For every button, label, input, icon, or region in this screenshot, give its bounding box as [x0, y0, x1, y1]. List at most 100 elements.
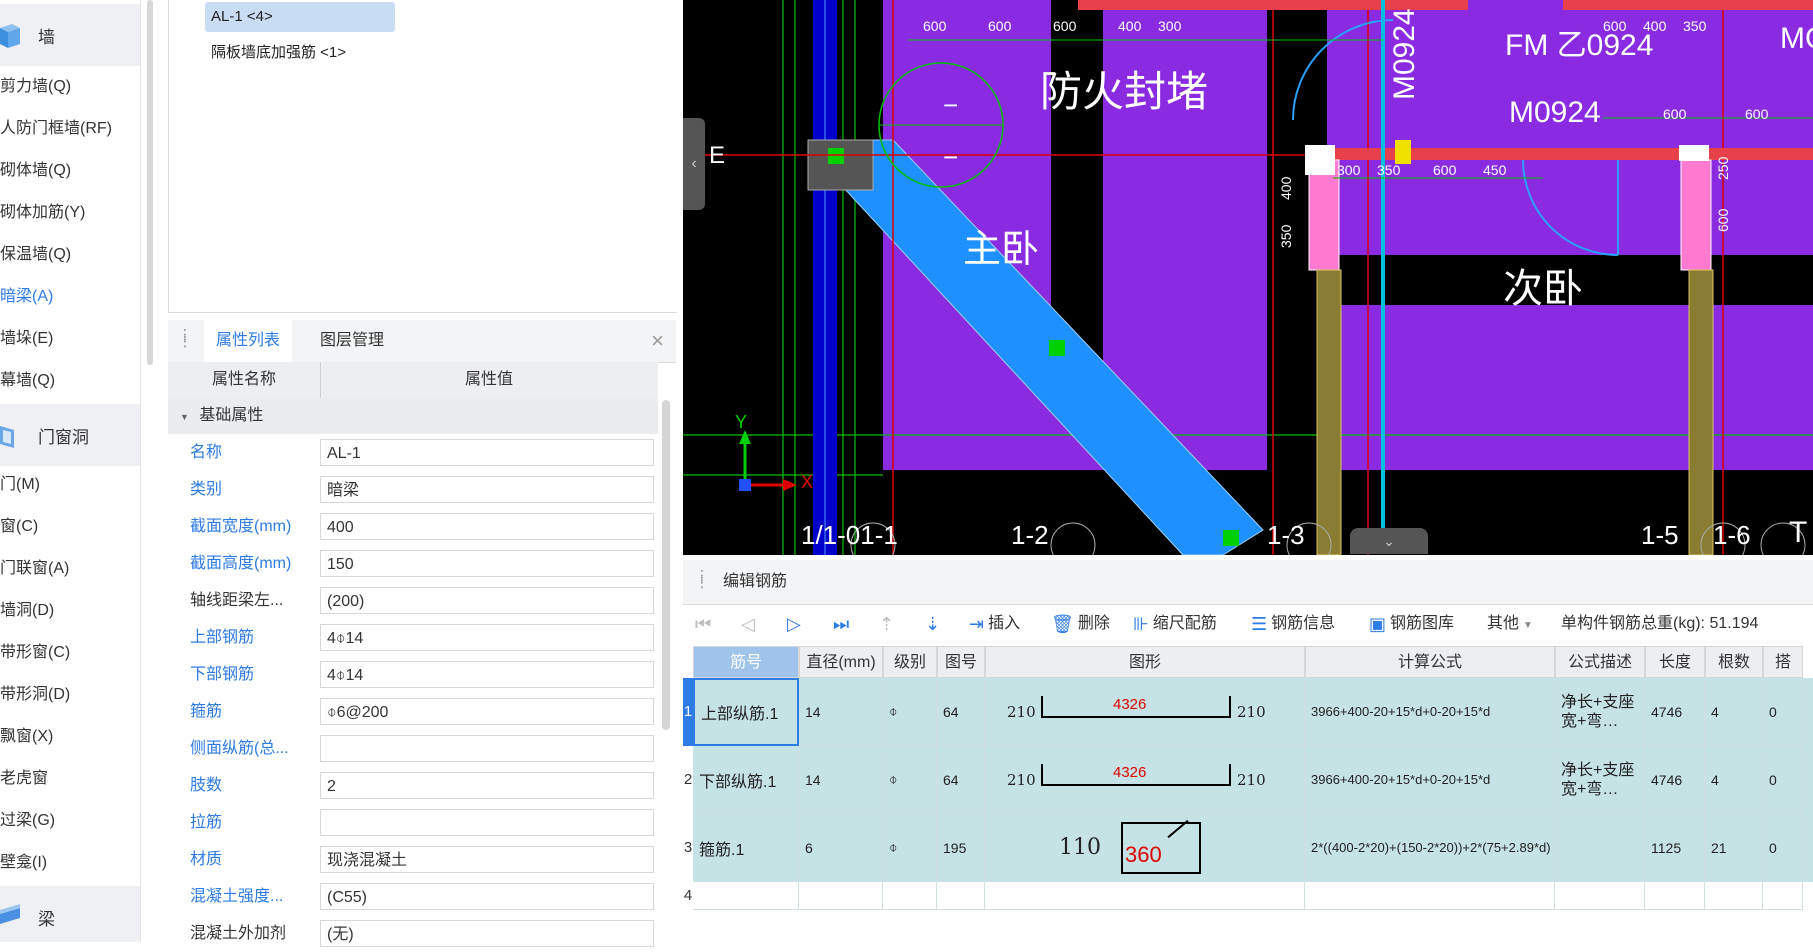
- lap-cell[interactable]: [1763, 882, 1803, 910]
- property-value-field[interactable]: (C55): [320, 883, 654, 910]
- column-header[interactable]: 筋号: [693, 646, 799, 678]
- count-cell[interactable]: 4: [1705, 678, 1763, 746]
- shape-cell[interactable]: 110 360: [985, 814, 1305, 882]
- formula-cell[interactable]: [1305, 882, 1555, 910]
- figure-number-cell[interactable]: 64: [937, 746, 985, 814]
- nav-item-window[interactable]: 窗(C): [0, 512, 38, 542]
- nav-category-wall[interactable]: 墙: [0, 4, 140, 66]
- drag-handle-icon[interactable]: ⋮ ⋮: [178, 327, 192, 351]
- property-value-field[interactable]: AL-1: [320, 439, 654, 466]
- rebar-name-cell[interactable]: 下部纵筋.1: [693, 746, 799, 814]
- length-cell[interactable]: [1645, 882, 1705, 910]
- column-header[interactable]: 根数: [1705, 646, 1763, 678]
- diameter-cell[interactable]: 14: [799, 678, 883, 746]
- collapse-triangle-icon[interactable]: ▼: [180, 412, 189, 422]
- formula-cell[interactable]: 3966+400-20+15*d+0-20+15*d: [1305, 678, 1555, 746]
- nav-item-wall-opening[interactable]: 墙洞(D): [0, 596, 54, 626]
- move-up-button[interactable]: ⇡: [879, 604, 898, 644]
- close-icon[interactable]: ×: [651, 328, 664, 354]
- rebar-info-button[interactable]: ☰ 钢筋信息: [1251, 604, 1335, 644]
- rebar-name-cell[interactable]: 上部纵筋.1: [693, 678, 799, 746]
- row-number[interactable]: 4: [683, 882, 693, 910]
- figure-number-cell[interactable]: 195: [937, 814, 985, 882]
- shape-cell[interactable]: [985, 882, 1305, 910]
- lap-cell[interactable]: 0: [1763, 678, 1803, 746]
- nav-category-beam[interactable]: 梁: [0, 886, 140, 942]
- property-value-field[interactable]: (200): [320, 587, 654, 614]
- column-header[interactable]: 图号: [937, 646, 985, 678]
- nav-item-dormer-window[interactable]: 老虎窗: [0, 764, 48, 794]
- property-value-field[interactable]: 4⌽14: [320, 624, 654, 651]
- nav-scrollbar[interactable]: [147, 0, 153, 365]
- nav-item-door[interactable]: 门(M): [0, 470, 40, 500]
- property-value-field[interactable]: 现浇混凝土: [320, 846, 654, 873]
- formula-cell[interactable]: 2*((400-2*20)+(150-2*20))+2*(75+2.89*d): [1305, 814, 1555, 882]
- length-cell[interactable]: 1125: [1645, 814, 1705, 882]
- nav-category-door-window[interactable]: 门窗洞: [0, 404, 140, 466]
- delete-button[interactable]: 🗑 删除: [1051, 604, 1110, 644]
- nav-item-wall-pier[interactable]: 墙垛(E): [0, 324, 53, 354]
- rebar-library-button[interactable]: ▣ 钢筋图库: [1369, 604, 1454, 644]
- column-header[interactable]: 级别: [883, 646, 937, 678]
- next-record-button[interactable]: ▷: [787, 604, 805, 644]
- row-number[interactable]: 3: [683, 814, 693, 882]
- lap-cell[interactable]: 0: [1763, 746, 1803, 814]
- column-header[interactable]: 搭: [1763, 646, 1803, 678]
- scale-rebar-button[interactable]: ⊪ 缩尺配筋: [1133, 604, 1217, 644]
- count-cell[interactable]: [1705, 882, 1763, 910]
- prev-record-button[interactable]: ◁: [741, 604, 759, 644]
- property-value-field[interactable]: 2: [320, 772, 654, 799]
- first-record-button[interactable]: ⏮: [695, 604, 715, 644]
- move-down-button[interactable]: ⇣: [925, 604, 944, 644]
- nav-item-door-window-combo[interactable]: 门联窗(A): [0, 554, 69, 584]
- last-record-button[interactable]: ⏭: [833, 604, 853, 644]
- nav-item-masonry-rebar[interactable]: 砌体加筋(Y): [0, 198, 85, 228]
- grade-cell[interactable]: ⌽: [883, 678, 937, 746]
- diameter-cell[interactable]: [799, 882, 883, 910]
- drawing-canvas[interactable]: 防火封堵 主卧 次卧 M0924 M0924 FM 乙0924 MO − − E…: [683, 0, 1813, 555]
- count-cell[interactable]: 4: [1705, 746, 1763, 814]
- tree-item-al1[interactable]: AL-1 <4>: [205, 2, 395, 32]
- property-value-field[interactable]: [320, 735, 654, 762]
- formula-desc-cell[interactable]: [1555, 882, 1645, 910]
- nav-item-strip-window[interactable]: 带形窗(C): [0, 638, 70, 668]
- grip-point[interactable]: [828, 148, 844, 164]
- row-number[interactable]: 1: [683, 678, 693, 746]
- column-header[interactable]: 公式描述: [1555, 646, 1645, 678]
- diameter-cell[interactable]: 6: [799, 814, 883, 882]
- drag-handle-icon[interactable]: ⋮ ⋮: [695, 568, 709, 592]
- length-cell[interactable]: 4746: [1645, 678, 1705, 746]
- grade-cell[interactable]: ⌽: [883, 814, 937, 882]
- nav-item-hidden-beam[interactable]: 暗梁(A): [0, 282, 53, 312]
- other-menu-button[interactable]: 其他 ▼: [1487, 604, 1533, 644]
- lap-cell[interactable]: 0: [1763, 814, 1803, 882]
- property-value-field[interactable]: 暗梁: [320, 476, 654, 503]
- grade-cell[interactable]: ⌽: [883, 746, 937, 814]
- figure-number-cell[interactable]: [937, 882, 985, 910]
- property-value-field[interactable]: ⌽6@200: [320, 698, 654, 725]
- formula-desc-cell[interactable]: 净长+支座宽+弯…: [1555, 678, 1645, 746]
- figure-number-cell[interactable]: 64: [937, 678, 985, 746]
- length-cell[interactable]: 4746: [1645, 746, 1705, 814]
- property-group-basic[interactable]: ▼ 基础属性: [168, 398, 658, 434]
- nav-item-masonry-wall[interactable]: 砌体墙(Q): [0, 156, 71, 186]
- property-value-field[interactable]: 4⌽14: [320, 661, 654, 688]
- grade-cell[interactable]: [883, 882, 937, 910]
- property-value-field[interactable]: (无): [320, 920, 654, 947]
- tab-layer-management[interactable]: 图层管理: [308, 320, 396, 362]
- shape-cell[interactable]: 210 4326 210: [985, 746, 1305, 814]
- column-header[interactable]: 直径(mm): [799, 646, 883, 678]
- nav-item-niche[interactable]: 壁龛(I): [0, 848, 47, 878]
- property-value-field[interactable]: [320, 809, 654, 836]
- diameter-cell[interactable]: 14: [799, 746, 883, 814]
- nav-item-civil-defense-wall[interactable]: 人防门框墙(RF): [0, 114, 112, 144]
- nav-item-shear-wall[interactable]: 剪力墙(Q): [0, 72, 71, 102]
- tab-property-list[interactable]: 属性列表: [204, 320, 293, 362]
- column-header[interactable]: 图形: [985, 646, 1305, 678]
- canvas-expand-handle[interactable]: ⌄: [1350, 528, 1428, 554]
- column-header[interactable]: 计算公式: [1305, 646, 1555, 678]
- formula-desc-cell[interactable]: 净长+支座宽+弯…: [1555, 746, 1645, 814]
- formula-desc-cell[interactable]: [1555, 814, 1645, 882]
- property-value-field[interactable]: 400: [320, 513, 654, 540]
- property-value-field[interactable]: 150: [320, 550, 654, 577]
